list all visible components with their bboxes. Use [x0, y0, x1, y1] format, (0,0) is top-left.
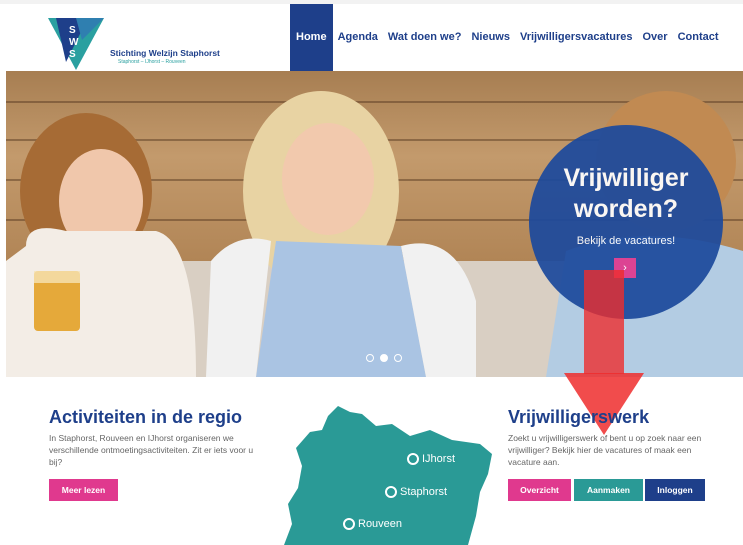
activiteiten-title: Activiteiten in de regio: [49, 407, 243, 427]
hero-slider[interactable]: Vrijwilliger worden? Bekijk de vacatures…: [6, 71, 743, 377]
annotation-arrow-shaft: [584, 270, 624, 374]
nav-nieuws[interactable]: Nieuws: [466, 4, 515, 71]
map-town-rouveen[interactable]: Rouveen: [343, 518, 402, 530]
inloggen-button[interactable]: Inloggen: [645, 479, 705, 501]
slider-dot-3[interactable]: [394, 354, 402, 362]
logo-letter-s2: S: [69, 49, 76, 60]
logo-org-name[interactable]: Stichting Welzijn Staphorst: [110, 48, 220, 58]
nav-over[interactable]: Over: [637, 4, 672, 71]
nav-contact[interactable]: Contact: [673, 4, 724, 71]
map-town-ijhorst[interactable]: IJhorst: [407, 453, 455, 465]
location-marker-icon: [385, 486, 397, 498]
logo-icon[interactable]: S W S: [48, 14, 104, 70]
slider-dot-1[interactable]: [366, 354, 374, 362]
vrijwilligerswerk-title: Vrijwilligerswerk: [508, 407, 650, 427]
cta-title: Vrijwilliger worden?: [563, 164, 689, 223]
location-marker-icon: [343, 518, 355, 530]
nav-wat-doen-we[interactable]: Wat doen we?: [383, 4, 467, 71]
nav-agenda[interactable]: Agenda: [333, 4, 383, 71]
nav-home[interactable]: Home: [290, 4, 333, 71]
volunteer-cta-circle[interactable]: Vrijwilliger worden? Bekijk de vacatures…: [529, 125, 723, 319]
cta-subtitle: Bekijk de vacatures!: [576, 235, 676, 247]
map-town-staphorst[interactable]: Staphorst: [385, 486, 447, 498]
logo-letter-w: W: [69, 37, 79, 48]
overzicht-button[interactable]: Overzicht: [508, 479, 571, 501]
logo-letter-s1: S: [69, 25, 76, 36]
location-marker-icon: [407, 453, 419, 465]
slider-dot-2[interactable]: [380, 354, 388, 362]
meer-lezen-button[interactable]: Meer lezen: [49, 479, 118, 501]
aanmaken-button[interactable]: Aanmaken: [574, 479, 643, 501]
main-nav: Home Agenda Wat doen we? Nieuws Vrijwill…: [290, 4, 724, 71]
vrijwilligerswerk-text: Zoekt u vrijwilligerswerk of bent u op z…: [508, 433, 702, 467]
logo-tagline: Staphorst – IJhorst – Rouveen: [118, 59, 186, 65]
nav-vrijwilligersvacatures[interactable]: Vrijwilligersvacatures: [515, 4, 638, 71]
slider-dots: [366, 354, 402, 362]
activiteiten-text: In Staphorst, Rouveen en IJhorst organis…: [49, 433, 254, 467]
